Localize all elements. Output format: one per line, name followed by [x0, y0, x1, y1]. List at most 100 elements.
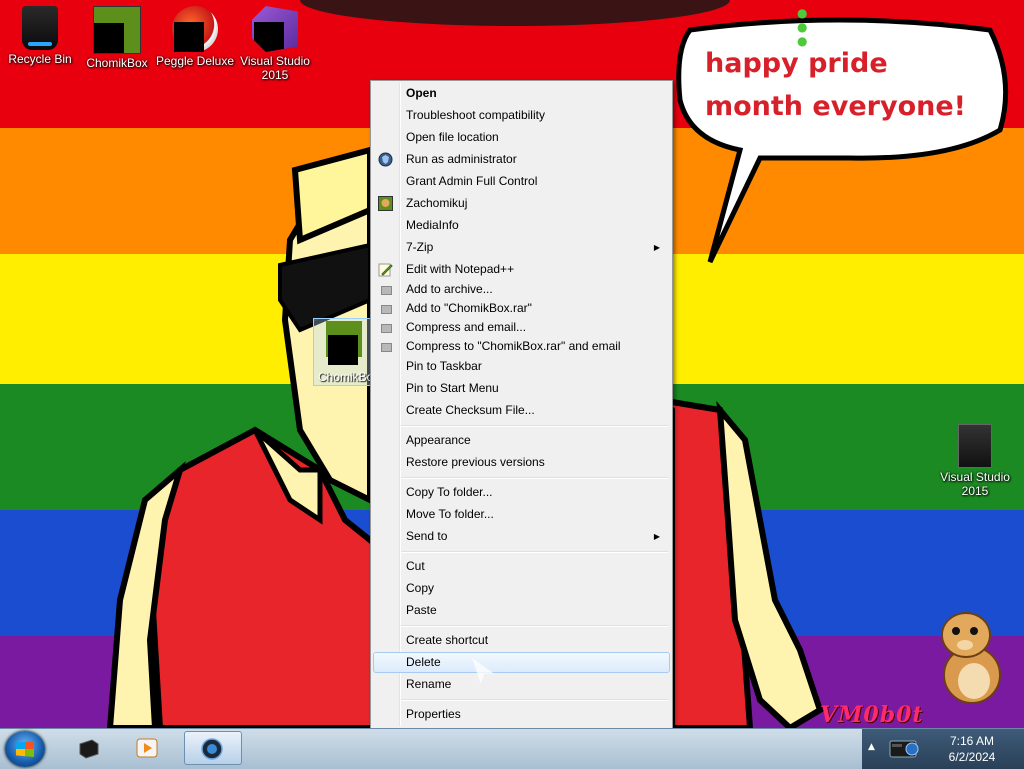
hamster-mascot: [941, 612, 1001, 704]
menu-item-label: Pin to Taskbar: [406, 359, 482, 373]
chomikbox-icon: [378, 196, 393, 211]
selected-icon-chomikbox[interactable]: ChomikBox: [313, 318, 379, 386]
desktop-icon-recycle-bin[interactable]: Recycle Bin: [0, 6, 80, 66]
menu-item-label: Appearance: [406, 433, 471, 447]
menu-item-run-as-administrator[interactable]: Run as administrator: [373, 149, 670, 170]
menu-item-pin-to-start-menu[interactable]: Pin to Start Menu: [373, 378, 670, 399]
menu-item-add-to-chomikbox-rar[interactable]: Add to "ChomikBox.rar": [373, 298, 670, 319]
menu-item-cut[interactable]: Cut: [373, 556, 670, 577]
menu-item-appearance[interactable]: Appearance: [373, 430, 670, 451]
show-hidden-icons-icon[interactable]: ▲: [868, 742, 875, 752]
menu-item-restore-previous-versions[interactable]: Restore previous versions: [373, 452, 670, 473]
desktop-icon-peggle-deluxe[interactable]: Peggle Deluxe: [155, 6, 235, 68]
menu-item-compress-and-email[interactable]: Compress and email...: [373, 317, 670, 338]
menu-item-pin-to-taskbar[interactable]: Pin to Taskbar: [373, 356, 670, 377]
clock-date: 6/2/2024: [948, 750, 996, 764]
computer-icon: [79, 739, 99, 759]
menu-item-mediainfo[interactable]: MediaInfo: [373, 215, 670, 236]
projector-tray-icon[interactable]: [888, 735, 924, 761]
speech-bubble-text: happy pride month everyone!: [705, 48, 966, 122]
start-button[interactable]: [5, 731, 45, 767]
winrar-icon: [381, 324, 392, 333]
menu-item-label: MediaInfo: [406, 218, 459, 232]
desktop-icon-chomikbox[interactable]: ChomikBox: [77, 6, 157, 70]
menu-item-open-file-location[interactable]: Open file location: [373, 127, 670, 148]
menu-item-grant-admin-full-control[interactable]: Grant Admin Full Control: [373, 171, 670, 192]
menu-item-create-checksum-file[interactable]: Create Checksum File...: [373, 400, 670, 421]
menu-item-label: Delete: [406, 655, 441, 669]
menu-separator: [401, 625, 668, 627]
menu-item-rename[interactable]: Rename: [373, 674, 670, 695]
menu-item-label: Send to: [406, 529, 448, 543]
menu-separator: [401, 699, 668, 701]
explorer-icon: [201, 738, 223, 760]
menu-item-delete[interactable]: Delete: [373, 652, 670, 673]
menu-item-label: Add to archive...: [406, 282, 493, 296]
submenu-arrow-icon: ▶: [653, 243, 660, 252]
menu-item-label: Zachomikuj: [406, 196, 468, 210]
menu-item-properties[interactable]: Properties: [373, 704, 670, 725]
menu-item-label: Edit with Notepad++: [406, 262, 515, 276]
desktop-icon-visual-studio-2015[interactable]: Visual Studio 2015: [235, 6, 315, 82]
winrar-icon: [381, 286, 392, 295]
winrar-icon: [381, 305, 392, 314]
submenu-arrow-icon: ▶: [653, 532, 660, 541]
menu-item-label: Rename: [406, 677, 452, 691]
menu-item-label: Paste: [406, 603, 437, 617]
menu-item-label: Troubleshoot compatibility: [406, 108, 545, 122]
menu-item-label: Compress and email...: [406, 320, 527, 334]
taskbar-button-explorer-active[interactable]: [184, 731, 242, 765]
menu-item-label: Add to "ChomikBox.rar": [406, 301, 532, 315]
context-menu: Open Troubleshoot compatibility Open fil…: [370, 80, 673, 729]
uac-shield-icon: [378, 152, 393, 167]
menu-item-label: Pin to Start Menu: [406, 381, 499, 395]
desktop-icon-label: Visual Studio 2015: [240, 54, 310, 82]
desktop-icon-label: ChomikBox: [86, 56, 148, 70]
desktop-icon-visual-studio-2015-alt[interactable]: Visual Studio 2015: [935, 424, 1015, 498]
recycle-bin-icon: [22, 6, 58, 50]
menu-item-move-to-folder[interactable]: Move To folder...: [373, 504, 670, 525]
menu-item-edit-with-notepad-plus-plus[interactable]: Edit with Notepad++: [373, 259, 670, 280]
menu-item-label: Grant Admin Full Control: [406, 174, 538, 188]
menu-separator: [401, 425, 668, 427]
menu-item-label: 7-Zip: [406, 240, 434, 254]
menu-item-troubleshoot-compatibility[interactable]: Troubleshoot compatibility: [373, 105, 670, 126]
taskbar-clock[interactable]: 7:16 AM 6/2/2024: [932, 733, 1012, 765]
system-tray: ▲ 7:16 AM 6/2/2024: [862, 729, 1024, 769]
desktop-icon-label: Recycle Bin: [8, 52, 72, 66]
menu-item-7-zip[interactable]: 7-Zip ▶: [373, 237, 670, 258]
menu-item-label: Run as administrator: [406, 152, 517, 166]
menu-item-paste[interactable]: Paste: [373, 600, 670, 621]
menu-item-send-to[interactable]: Send to ▶: [373, 526, 670, 547]
menu-item-open[interactable]: Open: [373, 83, 670, 104]
chomikbox-icon: [93, 6, 141, 54]
clock-time: 7:16 AM: [949, 734, 995, 748]
menu-item-label: Properties: [406, 707, 461, 721]
menu-item-label: Create shortcut: [406, 633, 489, 647]
menu-item-copy-to-folder[interactable]: Copy To folder...: [373, 482, 670, 503]
menu-item-add-to-archive[interactable]: Add to archive...: [373, 279, 670, 300]
desktop-icon-label: Visual Studio 2015: [940, 470, 1010, 498]
menu-item-compress-to-rar-and-email[interactable]: Compress to "ChomikBox.rar" and email: [373, 336, 670, 357]
winrar-icon: [381, 343, 392, 352]
taskbar-button-computer[interactable]: [62, 731, 116, 765]
notepad-plus-plus-icon: [378, 262, 393, 277]
menu-item-label: Copy To folder...: [406, 485, 493, 499]
taskbar-button-media-player[interactable]: [120, 731, 174, 765]
menu-separator: [401, 551, 668, 553]
visual-studio-icon: [252, 6, 298, 52]
menu-item-label: Copy: [406, 581, 435, 595]
visual-studio-icon: [958, 424, 992, 468]
media-player-icon: [136, 738, 158, 758]
menu-item-label: Compress to "ChomikBox.rar" and email: [406, 339, 621, 353]
menu-item-copy[interactable]: Copy: [373, 578, 670, 599]
menu-item-zachomikuj[interactable]: Zachomikuj: [373, 193, 670, 214]
menu-separator: [401, 477, 668, 479]
menu-item-label: Open file location: [406, 130, 499, 144]
menu-item-label: Create Checksum File...: [406, 403, 535, 417]
vmobot-watermark: VM0b0t: [820, 702, 924, 728]
taskbar: ▲ 7:16 AM 6/2/2024: [0, 728, 1024, 769]
menu-item-label: Move To folder...: [406, 507, 494, 521]
menu-item-create-shortcut[interactable]: Create shortcut: [373, 630, 670, 651]
menu-item-label: Cut: [406, 559, 425, 573]
